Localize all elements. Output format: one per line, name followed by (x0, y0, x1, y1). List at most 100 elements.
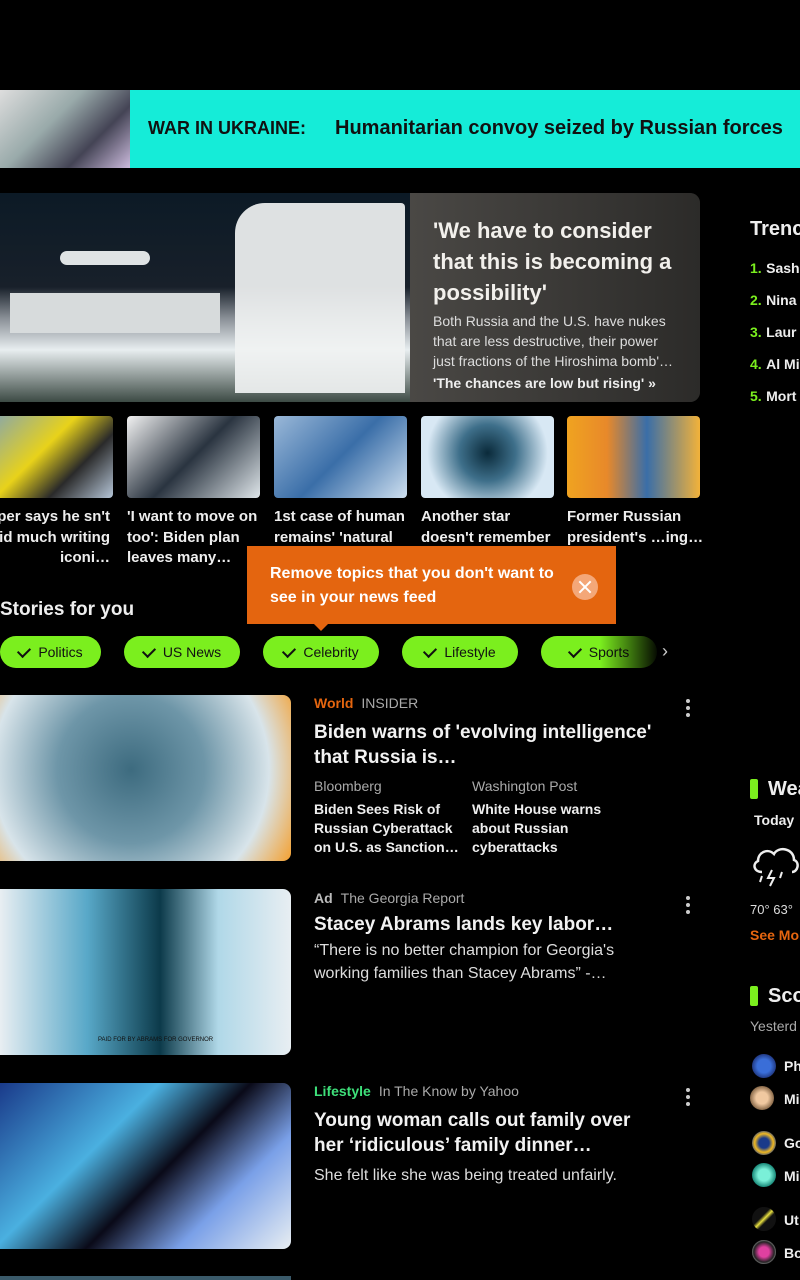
source-label: INSIDER (361, 695, 419, 711)
team-name[interactable]: Ph (784, 1058, 800, 1074)
breaking-banner[interactable]: WAR IN UKRAINE: Humanitarian convoy seiz… (0, 90, 800, 168)
weather-see-more-link[interactable]: See Mo (750, 927, 799, 943)
trending-name[interactable]: Nina (766, 292, 796, 308)
banner-bar[interactable]: WAR IN UKRAINE: Humanitarian convoy seiz… (130, 90, 800, 168)
team-name[interactable]: Bo (784, 1245, 800, 1261)
trending-rank: 3. (750, 324, 762, 340)
source-label: The Georgia Report (340, 890, 465, 906)
trending-item[interactable]: 4. Al Mi (750, 356, 800, 388)
team-logo-icon (752, 1054, 776, 1078)
team-logo-icon (750, 1086, 774, 1110)
feed-image-4-edge (0, 1276, 291, 1280)
feed-title-3[interactable]: Young woman calls out family over her ‘r… (314, 1108, 654, 1158)
trending-name[interactable]: Sash (766, 260, 799, 276)
more-options-icon[interactable] (686, 896, 690, 917)
trending-rank: 1. (750, 260, 762, 276)
thumb-image-5[interactable] (567, 416, 700, 498)
trending-rank: 5. (750, 388, 762, 404)
scores-day[interactable]: Yesterd (750, 1018, 797, 1034)
feed-title-1[interactable]: Biden warns of 'evolving intelligence' t… (314, 720, 654, 770)
trending-name[interactable]: Al Mi (766, 356, 799, 372)
check-icon (282, 643, 297, 658)
chip-celebrity[interactable]: Celebrity (263, 636, 379, 668)
feed-image-1[interactable] (0, 695, 291, 861)
chip-label: Celebrity (303, 644, 359, 660)
ad-label: Ad (314, 890, 333, 906)
scores-accent-bar (750, 986, 758, 1006)
team-name[interactable]: Mi (784, 1091, 800, 1107)
check-icon (567, 643, 582, 658)
trending-name[interactable]: Mort (766, 388, 796, 404)
feed-image-3[interactable] (0, 1083, 291, 1249)
feed-description-2: “There is no better champion for Georgia… (314, 942, 615, 982)
chips-fade (600, 636, 660, 668)
hero-description: Both Russia and the U.S. have nukes that… (433, 313, 673, 369)
team-name[interactable]: Ut (784, 1212, 799, 1228)
trending-list: 1. Sash 2. Nina 3. Laur 4. Al Mi 5. Mort (750, 260, 800, 420)
hero-title[interactable]: 'We have to consider that this is becomi… (433, 215, 683, 308)
trending-item[interactable]: 3. Laur (750, 324, 800, 356)
thumb-image-2[interactable] (127, 416, 260, 498)
hero-image-missile (60, 251, 150, 265)
more-options-icon[interactable] (686, 1088, 690, 1109)
check-icon (17, 643, 32, 658)
stories-title: Stories for you (0, 599, 135, 620)
source-label: In The Know by Yahoo (378, 1083, 519, 1099)
weather-day[interactable]: Today (754, 812, 794, 828)
hero-image-deck (10, 293, 220, 333)
weather-accent-bar (750, 779, 758, 799)
tooltip-text: Remove topics that you don't want to see… (270, 565, 554, 606)
trending-title: Trenc (750, 218, 800, 240)
hero-image[interactable] (0, 193, 410, 402)
chip-label: Politics (38, 644, 83, 660)
related-title-2[interactable]: White House warns about Russian cyberatt… (472, 800, 622, 857)
tooltip-arrow (312, 622, 330, 631)
feed-meta-2: Ad The Georgia Report (314, 890, 464, 906)
hero-card[interactable]: 'We have to consider that this is becomi… (0, 193, 700, 402)
chip-label: US News (162, 644, 222, 660)
team-logo-icon (752, 1207, 776, 1231)
chip-politics[interactable]: Politics (0, 636, 101, 668)
category-label[interactable]: World (314, 695, 353, 711)
category-label[interactable]: Lifestyle (314, 1083, 371, 1099)
banner-thumbnail[interactable] (0, 90, 130, 168)
weather-title: Wea (768, 778, 800, 800)
chip-label: Lifestyle (444, 644, 496, 660)
thunderstorm-icon (753, 847, 799, 887)
thumb-caption-2[interactable]: 'I want to move on too': Biden plan leav… (127, 507, 267, 569)
feed-image-2[interactable]: PAID FOR BY ABRAMS FOR GOVERNOR (0, 889, 291, 1055)
related-source-2: Washington Post (472, 778, 578, 794)
trending-item[interactable]: 5. Mort (750, 388, 800, 420)
chip-lifestyle[interactable]: Lifestyle (402, 636, 518, 668)
banner-headline[interactable]: Humanitarian convoy seized by Russian fo… (335, 117, 783, 140)
thumb-image-4[interactable] (421, 416, 554, 498)
check-icon (423, 643, 438, 658)
ad-disclaimer: PAID FOR BY ABRAMS FOR GOVERNOR (98, 1037, 214, 1043)
team-logo-icon (752, 1163, 776, 1187)
scores-title: Sco (768, 985, 800, 1007)
chip-us-news[interactable]: US News (124, 636, 240, 668)
related-source-1: Bloomberg (314, 778, 382, 794)
check-icon (141, 643, 156, 658)
topics-tooltip: Remove topics that you don't want to see… (247, 546, 616, 624)
hero-link[interactable]: 'The chances are low but rising' » (433, 375, 656, 391)
related-title-1[interactable]: Biden Sees Risk of Russian Cyberattack o… (314, 800, 464, 857)
chevron-right-icon[interactable]: › (662, 641, 668, 662)
trending-item[interactable]: 2. Nina (750, 292, 800, 324)
trending-rank: 2. (750, 292, 762, 308)
feed-title-2[interactable]: Stacey Abrams lands key labor… (314, 912, 654, 937)
team-logo-icon (752, 1240, 776, 1264)
more-options-icon[interactable] (686, 699, 690, 720)
feed-meta-1: World INSIDER (314, 695, 418, 711)
team-name[interactable]: Mi (784, 1168, 800, 1184)
close-icon[interactable] (572, 574, 598, 600)
thumb-caption-1[interactable]: pper says he sn't paid much writing icon… (0, 507, 110, 569)
thumb-image-1[interactable] (0, 416, 113, 498)
banner-tag: WAR IN UKRAINE: (148, 118, 306, 138)
team-name[interactable]: Go (784, 1135, 800, 1151)
trending-item[interactable]: 1. Sash (750, 260, 800, 292)
team-logo-icon (752, 1131, 776, 1155)
trending-name[interactable]: Laur (766, 324, 796, 340)
thumb-image-3[interactable] (274, 416, 407, 498)
hero-text-panel[interactable]: 'We have to consider that this is becomi… (410, 193, 700, 402)
